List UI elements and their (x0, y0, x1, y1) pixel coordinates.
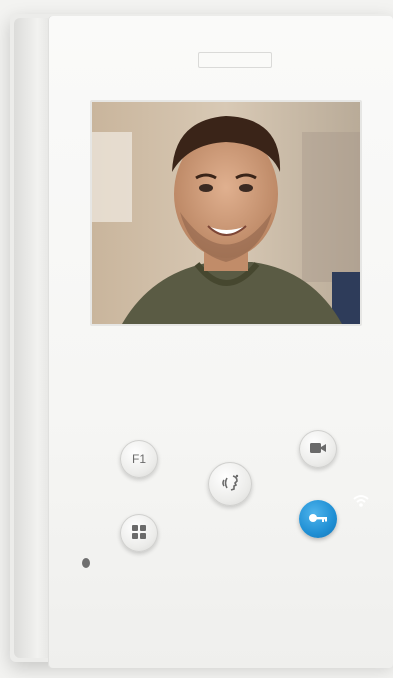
f1-label: F1 (131, 452, 146, 466)
status-led (82, 558, 90, 568)
device-side-edge (14, 18, 48, 658)
talk-icon (219, 472, 241, 497)
talk-button[interactable] (208, 462, 252, 506)
grid-icon (131, 524, 147, 543)
brand-logo (198, 52, 272, 68)
door-open-button[interactable] (299, 500, 337, 538)
f1-button[interactable]: F1 (120, 440, 158, 478)
camera-button[interactable] (299, 430, 337, 468)
camera-icon (309, 441, 327, 458)
key-icon (308, 512, 328, 527)
video-screen (92, 102, 360, 324)
menu-button[interactable] (120, 514, 158, 552)
wifi-icon (352, 492, 370, 510)
visitor-video-image (92, 102, 360, 324)
